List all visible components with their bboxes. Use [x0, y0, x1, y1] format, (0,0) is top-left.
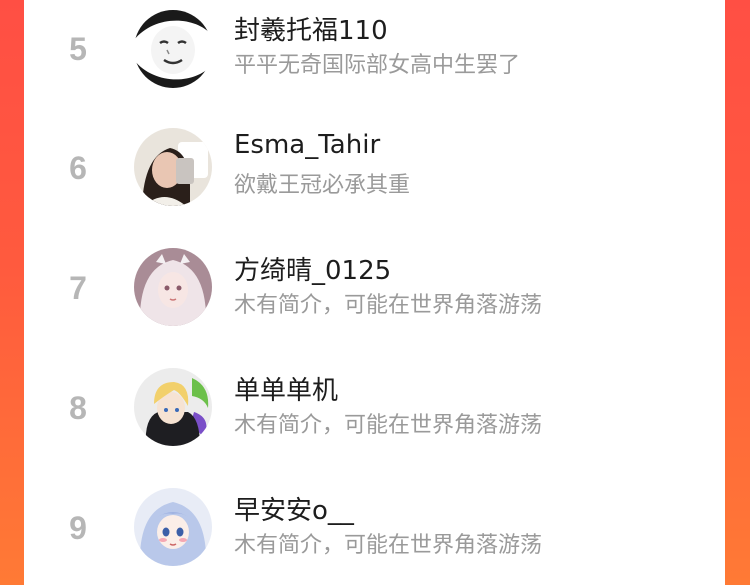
user-bio: 平平无奇国际部女高中生罢了 — [234, 53, 521, 78]
user-bio: 木有简介，可能在世界角落游荡 — [234, 413, 543, 438]
user-bio: 木有简介，可能在世界角落游荡 — [234, 533, 543, 558]
list-item[interactable]: 8 单单单机 木有简介，可能在世界角落游荡 — [24, 347, 725, 467]
user-name[interactable]: 早安安o__ — [234, 490, 354, 527]
rank-number: 6 — [69, 150, 87, 186]
rank-number: 8 — [69, 390, 87, 426]
ranking-list: 5 封羲托福110 平平无奇国际部女高中生罢了 6 Esma_Tahir 欲戴王… — [24, 0, 725, 585]
anime-boy-avatar-icon[interactable] — [134, 368, 212, 446]
user-bio: 木有简介，可能在世界角落游荡 — [234, 293, 543, 318]
anime-girl-avatar-icon[interactable] — [134, 248, 212, 326]
list-item[interactable]: 9 早安安o__ 木有简介，可能在世界角落游荡 — [24, 467, 725, 585]
anime-blue-hair-avatar-icon[interactable] — [134, 488, 212, 566]
user-name[interactable]: Esma_Tahir — [234, 130, 380, 160]
rank-number: 9 — [69, 510, 87, 546]
list-item[interactable]: 6 Esma_Tahir 欲戴王冠必承其重 — [24, 107, 725, 227]
user-name[interactable]: 单单单机 — [234, 370, 338, 407]
rank-number: 5 — [69, 31, 87, 67]
rank-number: 7 — [69, 270, 87, 306]
user-name[interactable]: 方绮晴_0125 — [234, 250, 391, 287]
user-bio: 欲戴王冠必承其重 — [234, 173, 411, 198]
list-item[interactable]: 7 方绮晴_0125 木有简介，可能在世界角落游荡 — [24, 227, 725, 347]
user-name[interactable]: 封羲托福110 — [234, 10, 388, 47]
selfie-photo-avatar-icon[interactable] — [134, 128, 212, 206]
meme-face-avatar-icon[interactable] — [134, 10, 212, 88]
list-item[interactable]: 5 封羲托福110 平平无奇国际部女高中生罢了 — [24, 0, 725, 107]
